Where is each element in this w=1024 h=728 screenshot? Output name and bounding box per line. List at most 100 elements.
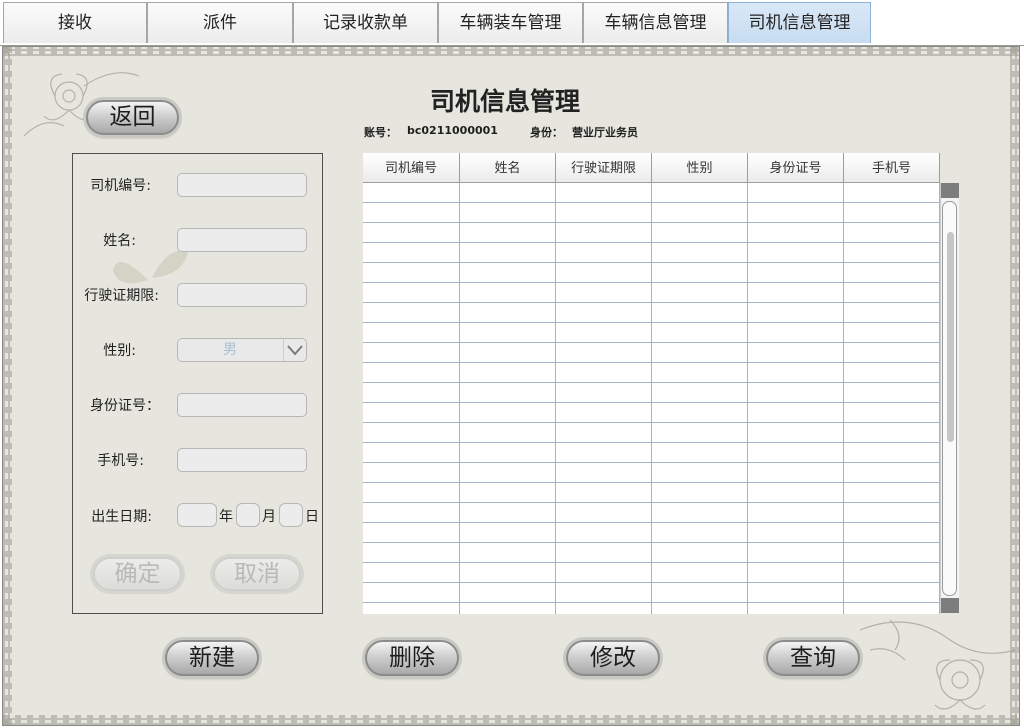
table-cell[interactable] [460,483,556,503]
table-row[interactable] [363,603,940,614]
table-cell[interactable] [363,263,460,283]
table-cell[interactable] [460,583,556,603]
table-cell[interactable] [363,203,460,223]
table-cell[interactable] [748,523,844,543]
table-cell[interactable] [652,543,748,563]
table-cell[interactable] [363,223,460,243]
table-cell[interactable] [844,243,940,263]
table-cell[interactable] [363,583,460,603]
table-row[interactable] [363,523,940,543]
table-cell[interactable] [363,563,460,583]
name-input[interactable] [177,228,307,252]
tab-receive[interactable]: 接收 [3,2,147,43]
table-cell[interactable] [460,403,556,423]
table-cell[interactable] [363,523,460,543]
tab-dispatch[interactable]: 派件 [147,2,293,43]
tab-vehicle-loading[interactable]: 车辆装车管理 [438,2,583,43]
table-cell[interactable] [363,303,460,323]
table-cell[interactable] [556,423,652,443]
table-cell[interactable] [748,603,844,614]
table-cell[interactable] [748,403,844,423]
table-cell[interactable] [844,283,940,303]
table-cell[interactable] [556,463,652,483]
table-row[interactable] [363,323,940,343]
new-button[interactable]: 新建 [165,640,259,676]
table-row[interactable] [363,363,940,383]
table-cell[interactable] [652,383,748,403]
table-row[interactable] [363,283,940,303]
table-cell[interactable] [844,363,940,383]
table-cell[interactable] [652,283,748,303]
table-cell[interactable] [363,403,460,423]
phone-input[interactable] [177,448,307,472]
table-cell[interactable] [363,483,460,503]
table-cell[interactable] [363,343,460,363]
table-cell[interactable] [652,263,748,283]
tab-vehicle-info[interactable]: 车辆信息管理 [583,2,728,43]
table-cell[interactable] [844,183,940,203]
table-cell[interactable] [556,283,652,303]
table-cell[interactable] [748,223,844,243]
back-button[interactable]: 返回 [86,100,179,135]
table-cell[interactable] [652,363,748,383]
table-cell[interactable] [460,203,556,223]
table-cell[interactable] [844,543,940,563]
table-cell[interactable] [363,323,460,343]
chevron-down-icon[interactable] [283,339,306,361]
table-cell[interactable] [556,563,652,583]
table-cell[interactable] [363,243,460,263]
table-cell[interactable] [748,543,844,563]
table-cell[interactable] [460,303,556,323]
column-header-driver-id[interactable]: 司机编号 [363,153,460,183]
column-header-id-card[interactable]: 身份证号 [748,153,844,183]
table-cell[interactable] [460,343,556,363]
table-cell[interactable] [652,443,748,463]
table-cell[interactable] [748,463,844,483]
table-cell[interactable] [363,423,460,443]
table-cell[interactable] [844,263,940,283]
table-cell[interactable] [363,503,460,523]
table-cell[interactable] [652,323,748,343]
table-cell[interactable] [363,543,460,563]
table-cell[interactable] [652,503,748,523]
table-cell[interactable] [460,243,556,263]
table-cell[interactable] [460,363,556,383]
table-cell[interactable] [844,303,940,323]
table-cell[interactable] [556,403,652,423]
table-cell[interactable] [844,423,940,443]
table-row[interactable] [363,223,940,243]
table-cell[interactable] [556,383,652,403]
table-row[interactable] [363,303,940,323]
table-row[interactable] [363,263,940,283]
table-row[interactable] [363,403,940,423]
confirm-button[interactable]: 确定 [93,557,182,591]
table-cell[interactable] [652,583,748,603]
table-cell[interactable] [556,323,652,343]
table-cell[interactable] [556,243,652,263]
table-cell[interactable] [556,203,652,223]
table-cell[interactable] [363,363,460,383]
table-cell[interactable] [652,183,748,203]
table-cell[interactable] [460,183,556,203]
column-header-license-term[interactable]: 行驶证期限 [556,153,652,183]
column-header-gender[interactable]: 性别 [652,153,748,183]
table-cell[interactable] [748,483,844,503]
tab-record-receipt[interactable]: 记录收款单 [293,2,438,43]
table-cell[interactable] [844,383,940,403]
table-cell[interactable] [556,263,652,283]
table-cell[interactable] [844,323,940,343]
table-cell[interactable] [844,603,940,614]
table-cell[interactable] [460,283,556,303]
table-row[interactable] [363,383,940,403]
table-cell[interactable] [556,303,652,323]
table-row[interactable] [363,503,940,523]
table-cell[interactable] [652,563,748,583]
table-cell[interactable] [844,483,940,503]
table-cell[interactable] [844,463,940,483]
table-scrollbar[interactable] [940,183,959,613]
column-header-phone[interactable]: 手机号 [844,153,940,183]
table-cell[interactable] [748,563,844,583]
table-cell[interactable] [748,423,844,443]
table-cell[interactable] [748,303,844,323]
table-cell[interactable] [460,603,556,614]
